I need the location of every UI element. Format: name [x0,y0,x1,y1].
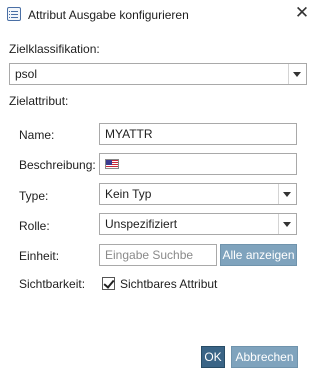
unit-search-input[interactable]: Eingabe Suchbe [99,244,217,266]
role-label: Rolle: [19,219,50,233]
unit-search-placeholder: Eingabe Suchbe [105,248,194,262]
description-label: Beschreibung: [19,158,96,172]
visible-attribute-label[interactable]: Sichtbares Attribut [120,277,217,291]
role-value: Unspezifiziert [105,217,178,231]
target-attribute-section-label: Zielattribut: [9,94,69,108]
type-select[interactable]: Kein Typ [99,183,297,205]
type-label: Type: [19,189,49,203]
title-bar: Attribut Ausgabe konfigurieren ✕ [0,0,316,30]
ok-button[interactable]: OK [201,346,225,368]
cancel-button[interactable]: Abbrechen [231,346,298,368]
target-class-label: Zielklassifikation: [9,42,100,56]
close-button[interactable]: ✕ [294,4,310,22]
visibility-label: Sichtbarkeit: [19,277,86,291]
target-class-value: psol [15,67,38,81]
name-label: Name: [19,128,55,142]
target-class-select[interactable]: psol [9,63,307,85]
show-all-button[interactable]: Alle anzeigen [220,244,297,266]
unit-label: Einheit: [19,249,60,263]
close-icon: ✕ [294,3,310,22]
role-select[interactable]: Unspezifiziert [99,213,297,235]
name-value: MYATTR [105,127,153,141]
app-icon [7,7,21,21]
name-input[interactable]: MYATTR [99,123,297,145]
description-input[interactable] [99,153,297,175]
us-flag-icon[interactable] [105,159,119,169]
chevron-down-icon[interactable] [288,64,306,84]
visible-attribute-checkbox[interactable] [102,277,115,290]
chevron-down-icon[interactable] [278,214,296,234]
window-title: Attribut Ausgabe konfigurieren [28,8,189,22]
type-value: Kein Typ [105,187,152,201]
chevron-down-icon[interactable] [278,184,296,204]
